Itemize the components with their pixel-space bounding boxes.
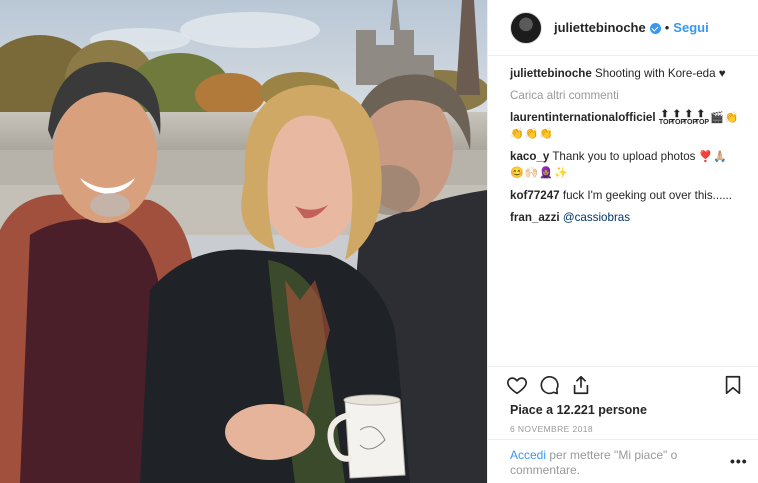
caption-username[interactable]: juliettebinoche	[510, 67, 592, 80]
share-icon[interactable]	[570, 374, 592, 396]
caption-text: Shooting with Kore-eda ♥	[595, 67, 726, 80]
header-username[interactable]: juliettebinoche	[554, 20, 646, 35]
avatar[interactable]	[510, 11, 542, 44]
divider	[488, 439, 758, 440]
top-emoji-icon: ⬆ TOP	[694, 109, 710, 127]
top-emoji-icons: ⬆ TOP ⬆ TOP ⬆ TOP ⬆ TOP	[658, 109, 710, 127]
comment-username[interactable]: laurentinternationalofficiel	[510, 111, 656, 124]
comment-username[interactable]: fran_azzi	[510, 211, 560, 224]
login-link[interactable]: Accedi	[510, 448, 546, 462]
bookmark-icon[interactable]	[722, 374, 744, 396]
comment-username[interactable]: kaco_y	[510, 150, 549, 163]
divider	[488, 366, 758, 367]
action-bar	[506, 374, 746, 398]
verified-badge-icon	[649, 23, 661, 34]
more-options-icon[interactable]: •••	[730, 454, 748, 468]
comment-username[interactable]: kof77247	[510, 189, 560, 202]
header-separator: •	[664, 20, 670, 35]
comment-emoji: 😊🙌🏻🧕🏽✨	[510, 167, 569, 180]
comment-text: Thank you to upload photos	[552, 150, 696, 164]
heart-icon[interactable]	[506, 374, 528, 396]
top-emoji-icon: ⬆ TOP	[658, 109, 674, 127]
likes-count[interactable]: Piace a 12.221 persone	[510, 403, 647, 417]
instagram-post: juliettebinoche • Segui juliettebinoche …	[0, 0, 758, 483]
comment-item: laurentinternationalofficiel ⬆ TOP ⬆ TOP ⬆ TO…	[510, 110, 750, 142]
top-emoji-icon: ⬆ TOP	[670, 109, 686, 127]
load-more-comments-button[interactable]: Carica altri commenti	[510, 88, 750, 103]
photo-illustration	[0, 0, 487, 483]
post-details-panel: juliettebinoche • Segui juliettebinoche …	[487, 0, 758, 483]
comment-icon[interactable]	[538, 374, 560, 396]
post-photo[interactable]	[0, 0, 487, 483]
comments-list: juliettebinoche Shooting with Kore-eda ♥…	[510, 66, 750, 232]
follow-button[interactable]: Segui	[673, 20, 708, 35]
comment-emoji: ❣️🙏🏼	[698, 151, 729, 164]
comment-item: kaco_y Thank you to upload photos ❣️🙏🏼 😊…	[510, 149, 750, 181]
comment-item: fran_azzi @cassiobras	[510, 210, 750, 225]
post-header: juliettebinoche • Segui	[488, 0, 758, 56]
top-emoji-icon: ⬆ TOP	[682, 109, 698, 127]
comment-text: fuck I'm geeking out over this......	[562, 189, 732, 203]
comment-mention-link[interactable]: @cassiobras	[563, 211, 630, 224]
caption: juliettebinoche Shooting with Kore-eda ♥	[510, 66, 750, 81]
post-date[interactable]: 6 novembre 2018	[510, 424, 593, 434]
comment-item: kof77247 fuck I'm geeking out over this.…	[510, 188, 750, 203]
login-prompt: Accedi per mettere "Mi piace" o commenta…	[510, 448, 700, 478]
